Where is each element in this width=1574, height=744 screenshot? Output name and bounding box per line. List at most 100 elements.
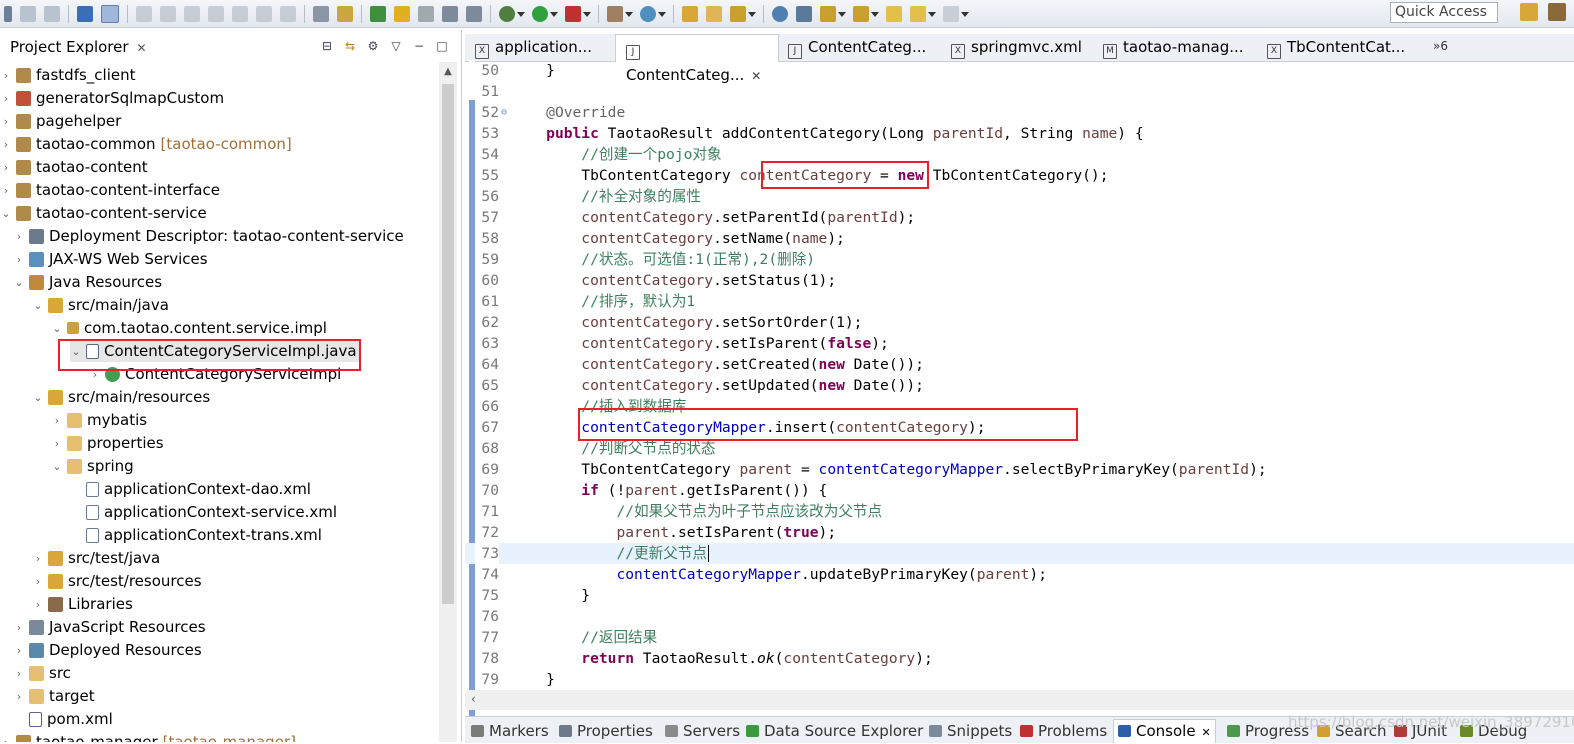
chevron-right-icon[interactable]: › [32, 552, 44, 565]
chevron-right-icon[interactable]: › [0, 184, 12, 197]
tree-item-selected[interactable]: ⌄ ContentCategoryServiceImpl.java [70, 340, 361, 362]
close-icon[interactable]: ✕ [1202, 726, 1211, 739]
chevron-right-icon[interactable]: › [32, 575, 44, 588]
tree-item[interactable]: pom.xml [29, 708, 113, 730]
chevron-right-icon[interactable]: › [32, 598, 44, 611]
tree-item[interactable]: › JAX-WS Web Services [13, 248, 208, 270]
chevron-down-icon[interactable]: ⌄ [51, 460, 63, 473]
close-icon[interactable]: ✕ [137, 41, 147, 55]
step-into-icon[interactable] [232, 6, 248, 22]
last-edit-icon[interactable] [886, 6, 902, 22]
tree-item[interactable]: › taotao-manager [taotao-manager] [0, 731, 296, 742]
chevron-right-icon[interactable]: › [89, 368, 101, 381]
minimize-icon[interactable]: − [412, 39, 426, 53]
disconnect-icon[interactable] [208, 6, 224, 22]
dropdown-arrow-icon[interactable] [748, 11, 756, 17]
window-icon[interactable] [442, 6, 458, 22]
chevron-right-icon[interactable]: › [51, 414, 63, 427]
save-all-icon[interactable] [44, 6, 60, 22]
chevron-right-icon[interactable]: › [13, 230, 25, 243]
forward-icon[interactable] [943, 6, 959, 22]
chevron-right-icon[interactable]: › [13, 667, 25, 680]
new-java-project-icon[interactable] [607, 6, 623, 22]
tree-item[interactable]: › JavaScript Resources [13, 616, 206, 638]
chevron-right-icon[interactable]: › [0, 736, 12, 743]
chevron-right-icon[interactable]: › [0, 115, 12, 128]
tab-editor[interactable]: J ContentCateg... [778, 34, 938, 61]
chevron-down-icon[interactable]: ⌄ [70, 345, 82, 358]
open-folder-icon[interactable] [706, 6, 722, 22]
tree-item[interactable]: ⌄ src/main/java [32, 294, 169, 316]
dropdown-arrow-icon[interactable] [583, 11, 591, 17]
link-with-editor-icon[interactable]: ⇆ [343, 39, 357, 53]
chevron-down-icon[interactable]: ⌄ [13, 276, 25, 289]
tab-servers[interactable]: Servers [665, 720, 740, 743]
tree-item[interactable]: › mybatis [51, 409, 147, 431]
scroll-up-icon[interactable]: ▲ [439, 66, 457, 78]
terminate-icon[interactable] [184, 6, 200, 22]
chevron-right-icon[interactable]: › [0, 161, 12, 174]
tab-data-source-explorer[interactable]: Data Source Explorer [746, 720, 923, 743]
search-plugin-icon[interactable] [796, 6, 812, 22]
dropdown-arrow-icon[interactable] [625, 11, 633, 17]
prev-annotation-icon[interactable] [853, 6, 869, 22]
chevron-down-icon[interactable]: ⌄ [51, 322, 63, 335]
chevron-down-icon[interactable]: ⌄ [32, 299, 44, 312]
tree-item[interactable]: applicationContext-dao.xml [86, 478, 311, 500]
quick-access-input[interactable]: Quick Access [1390, 2, 1498, 23]
tree-item[interactable]: › src/test/resources [32, 570, 202, 592]
collapse-all-icon[interactable]: ⊟ [320, 39, 334, 53]
tree-item[interactable]: › taotao-content-interface [0, 179, 220, 201]
view-menu-icon[interactable]: ▽ [389, 39, 403, 53]
globe-icon[interactable] [772, 6, 788, 22]
swap-icon[interactable] [418, 6, 434, 22]
lightning-icon[interactable] [394, 6, 410, 22]
tree-item[interactable]: › src/test/java [32, 547, 160, 569]
suspend-icon[interactable] [160, 6, 176, 22]
chevron-down-icon[interactable]: ⌄ [0, 207, 12, 220]
hierarchy-icon[interactable] [370, 6, 386, 22]
debug-icon[interactable] [499, 6, 515, 22]
dropdown-arrow-icon[interactable] [550, 11, 558, 17]
step-return-icon[interactable] [280, 6, 296, 22]
tab-editor[interactable]: X TbContentCat... [1257, 34, 1417, 61]
dropdown-arrow-icon[interactable] [658, 11, 666, 17]
dropdown-arrow-icon[interactable] [961, 11, 969, 17]
dropdown-arrow-icon[interactable] [871, 11, 879, 17]
chevron-right-icon[interactable]: › [13, 644, 25, 657]
open-type-icon[interactable] [682, 6, 698, 22]
tree-item[interactable]: › Libraries [32, 593, 133, 615]
chevron-right-icon[interactable]: › [0, 69, 12, 82]
vertical-scrollbar[interactable]: ▲ [439, 62, 457, 742]
refactor-icon[interactable] [337, 6, 353, 22]
tab-snippets[interactable]: Snippets [929, 720, 1012, 743]
save-icon[interactable] [20, 6, 36, 22]
tree-item[interactable]: › ContentCategoryServiceImpl [89, 363, 342, 385]
scrollbar-thumb[interactable] [442, 84, 454, 604]
maximize-icon[interactable]: □ [435, 39, 449, 53]
chevron-right-icon[interactable]: › [0, 92, 12, 105]
tree-item[interactable]: ⌄ spring [51, 455, 133, 477]
tree-item[interactable]: ⌄ com.taotao.content.service.impl [51, 317, 327, 339]
tree-item[interactable]: › taotao-common [taotao-common] [0, 133, 292, 155]
scroll-left-icon[interactable]: ‹ [471, 692, 476, 706]
chevron-right-icon[interactable]: › [13, 621, 25, 634]
tab-problems[interactable]: Problems [1020, 720, 1107, 743]
tree-item[interactable]: › src [13, 662, 71, 684]
step-over-icon[interactable] [256, 6, 272, 22]
tab-markers[interactable]: Markers [471, 720, 549, 743]
dropdown-arrow-icon[interactable] [517, 11, 525, 17]
filter-icon[interactable]: ⚙ [366, 39, 380, 53]
format-icon[interactable] [313, 6, 329, 22]
back-icon[interactable] [910, 6, 926, 22]
next-annotation-icon[interactable] [820, 6, 836, 22]
tree-item[interactable]: › Deployed Resources [13, 639, 202, 661]
run-icon[interactable] [532, 6, 548, 22]
dropdown-arrow-icon[interactable] [838, 11, 846, 17]
terminal-icon[interactable] [466, 6, 482, 22]
tree-item[interactable]: ⌄ src/main/resources [32, 386, 210, 408]
tree-item[interactable]: applicationContext-trans.xml [86, 524, 322, 546]
tab-project-explorer[interactable]: Project Explorer ✕ [0, 35, 155, 59]
tab-editor-active[interactable]: JContentCateg... ✕ [615, 34, 779, 84]
tab-editor[interactable]: Mtaotao-manag... [1093, 34, 1253, 61]
